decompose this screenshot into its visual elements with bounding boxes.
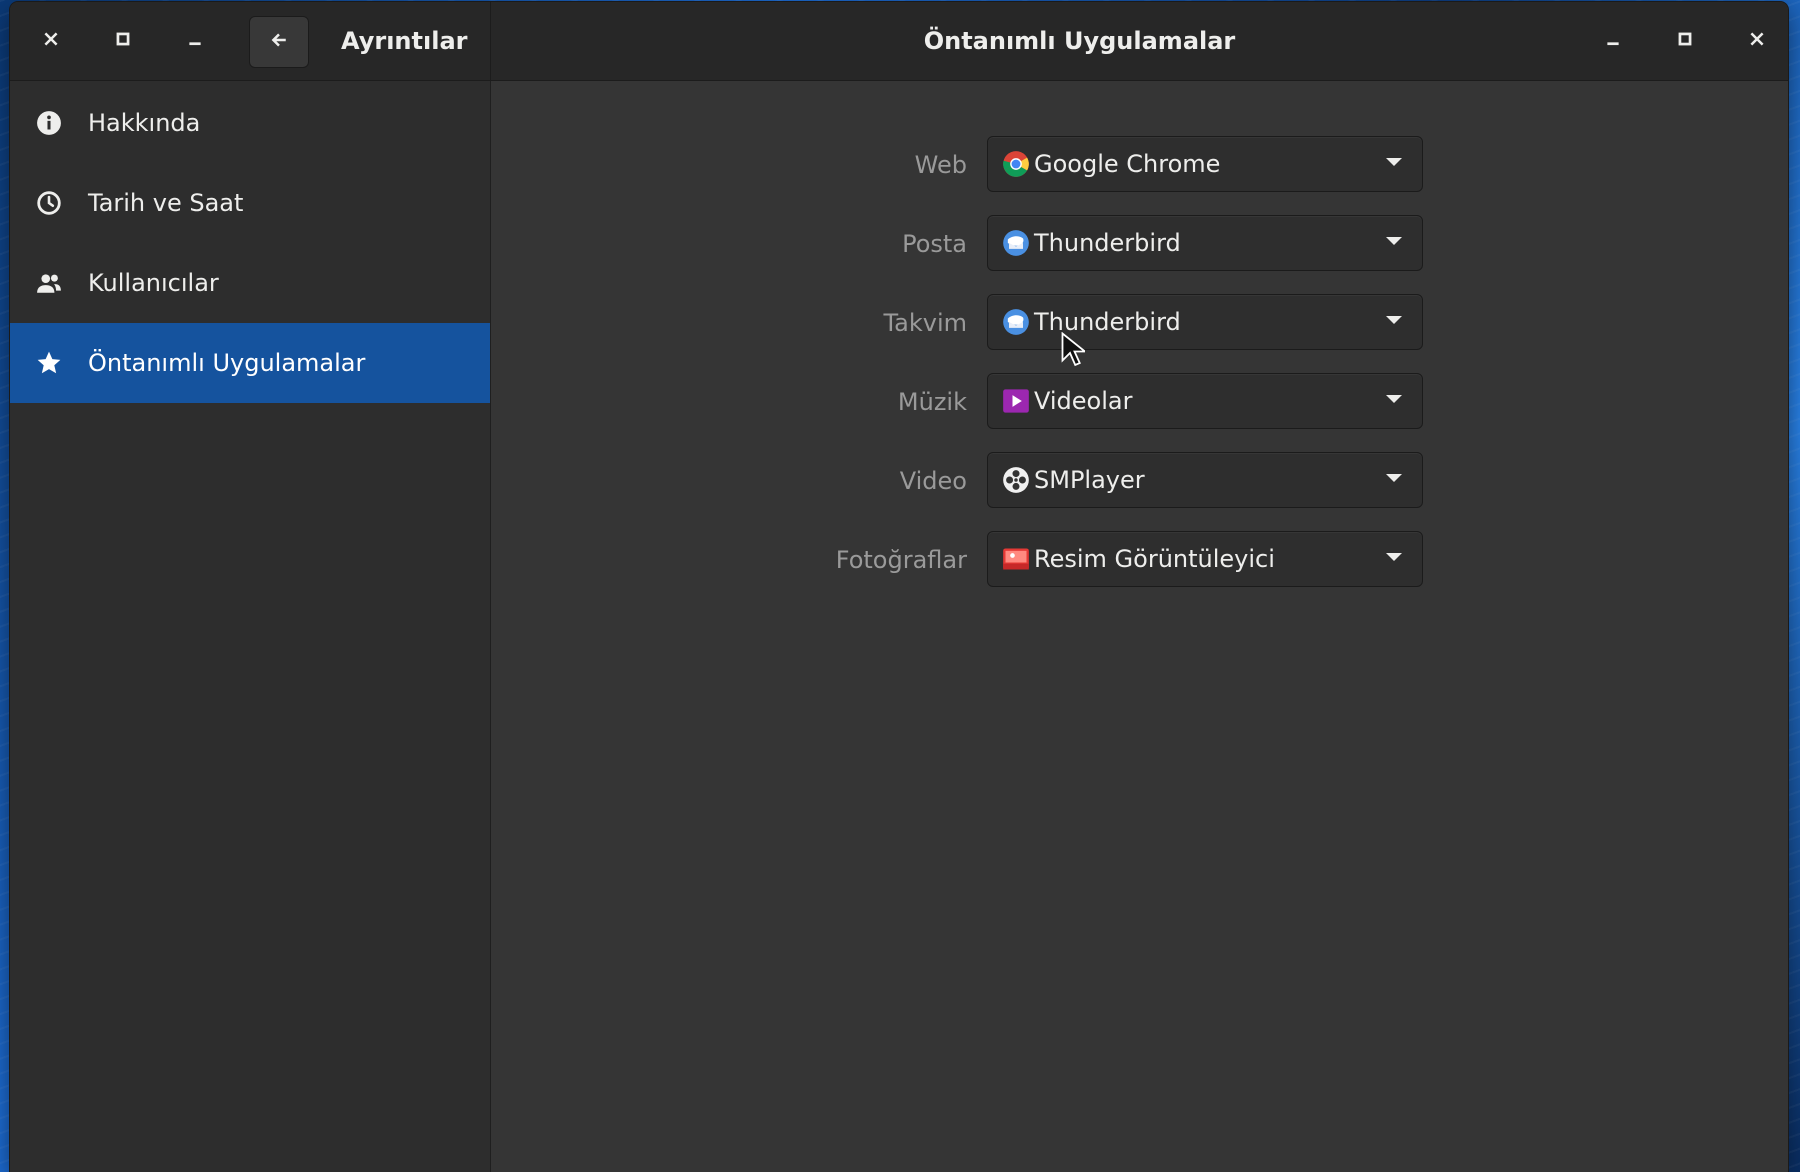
sidebar-item-ontanimli-uygulamalar[interactable]: Öntanımlı Uygulamalar [10, 323, 490, 403]
chevron-down-icon [1386, 395, 1402, 403]
maximize-button[interactable] [101, 19, 145, 63]
video-label: Video [899, 467, 967, 495]
chevron-down-icon [1386, 553, 1402, 561]
minimize-icon [1604, 30, 1622, 52]
fotograflar-combo[interactable]: Resim Görüntüleyici [987, 531, 1423, 587]
posta-combo-value: Thunderbird [1034, 229, 1181, 257]
close-icon [42, 30, 60, 52]
fotograflar-label: Fotoğraflar [835, 546, 967, 574]
sidebar-item-label: Tarih ve Saat [88, 189, 244, 217]
takvim-combo[interactable]: Thunderbird [987, 294, 1423, 350]
arrow-left-icon [270, 31, 288, 53]
video-combo[interactable]: SMPlayer [987, 452, 1423, 508]
sidebar-item-tarih-ve-saat[interactable]: Tarih ve Saat [10, 163, 490, 243]
muzik-combo[interactable]: Videolar [987, 373, 1423, 429]
back-button[interactable] [249, 16, 309, 68]
sidebar-item-hakkinda[interactable]: Hakkında [10, 83, 490, 163]
clock-icon [34, 188, 64, 218]
sidebar-item-kullanicilar[interactable]: Kullanıcılar [10, 243, 490, 323]
chrome-icon [1002, 150, 1030, 178]
smplayer-icon [1002, 466, 1030, 494]
video-combo-value: SMPlayer [1034, 466, 1145, 494]
sidebar-item-label: Hakkında [88, 109, 201, 137]
thunderbird-icon [1002, 308, 1030, 336]
takvim-combo-value: Thunderbird [1034, 308, 1181, 336]
maximize-button-right[interactable] [1663, 19, 1707, 63]
minimize-button[interactable] [173, 19, 217, 63]
sidebar-title: Ayrıntılar [341, 27, 468, 55]
sidebar-pane: Hakkında Tarih ve Saat Kullanıcılar Önta… [10, 2, 491, 1172]
videos-icon [1002, 387, 1030, 415]
posta-combo[interactable]: Thunderbird [987, 215, 1423, 271]
chevron-down-icon [1386, 316, 1402, 324]
users-icon [34, 268, 64, 298]
chevron-down-icon [1386, 158, 1402, 166]
content-pane: Web Google Chrome Posta Thunderbird Takv… [491, 2, 1788, 1172]
sidebar-item-label: Öntanımlı Uygulamalar [88, 349, 366, 377]
sidebar-item-label: Kullanıcılar [88, 269, 219, 297]
close-button[interactable] [29, 19, 73, 63]
info-icon [34, 108, 64, 138]
chevron-down-icon [1386, 474, 1402, 482]
thunderbird-icon [1002, 229, 1030, 257]
web-combo-value: Google Chrome [1034, 150, 1221, 178]
posta-label: Posta [902, 230, 967, 258]
maximize-icon [1676, 30, 1694, 52]
maximize-icon [114, 30, 132, 52]
fotograflar-combo-value: Resim Görüntüleyici [1034, 545, 1275, 573]
close-button-right[interactable] [1735, 19, 1779, 63]
takvim-label: Takvim [883, 309, 967, 337]
web-label: Web [914, 151, 967, 179]
star-icon [34, 348, 64, 378]
web-combo[interactable]: Google Chrome [987, 136, 1423, 192]
muzik-combo-value: Videolar [1034, 387, 1133, 415]
mouse-cursor-icon [1061, 332, 1085, 367]
minimize-icon [186, 30, 204, 52]
chevron-down-icon [1386, 237, 1402, 245]
settings-window: Hakkında Tarih ve Saat Kullanıcılar Önta… [10, 2, 1788, 1172]
headerbar: Ayrıntılar Öntanımlı Uygulamalar [10, 2, 1788, 81]
close-icon [1748, 30, 1766, 52]
sidebar-list: Hakkında Tarih ve Saat Kullanıcılar Önta… [10, 83, 490, 403]
image-viewer-icon [1002, 545, 1030, 573]
muzik-label: Müzik [897, 388, 967, 416]
minimize-button-right[interactable] [1591, 19, 1635, 63]
